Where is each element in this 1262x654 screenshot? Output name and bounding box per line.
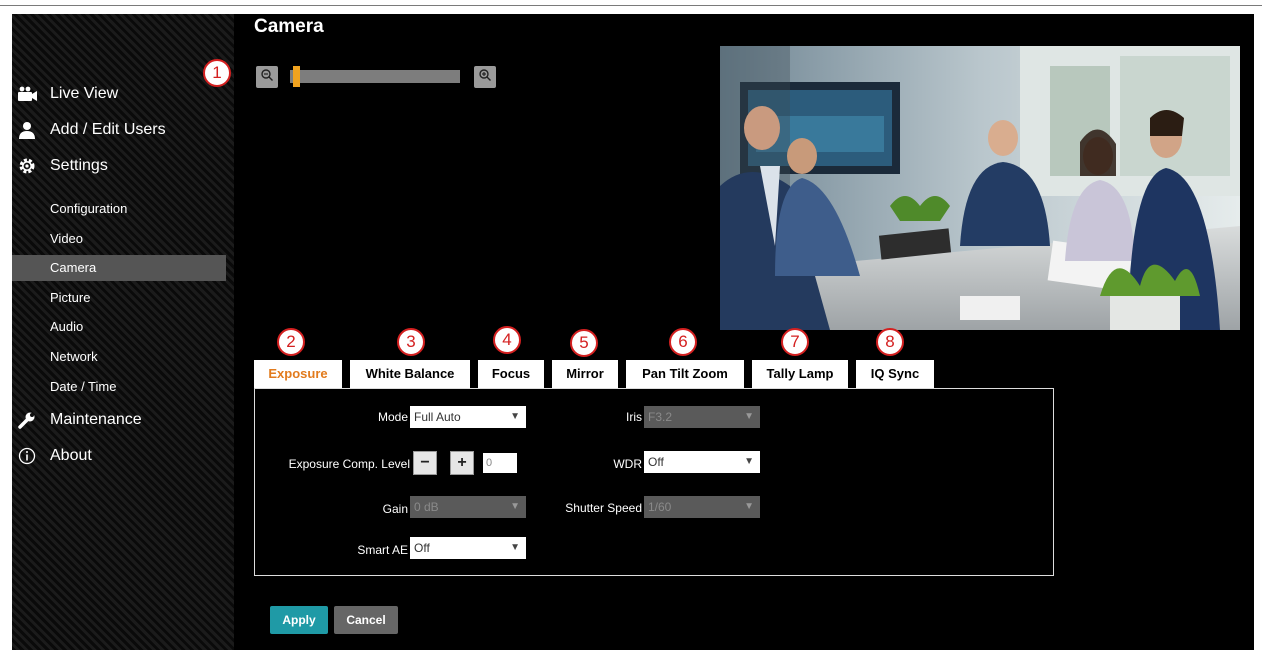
gear-icon	[16, 156, 38, 176]
app-frame: Live View Add / Edit Users Settings Conf…	[12, 14, 1254, 650]
sidebar-item-audio[interactable]: Audio	[12, 314, 226, 340]
cancel-button[interactable]: Cancel	[334, 606, 398, 634]
callout-3: 3	[397, 328, 425, 356]
smart-ae-select-value: Off	[414, 541, 430, 555]
sidebar-item-video[interactable]: Video	[12, 226, 226, 252]
apply-button[interactable]: Apply	[270, 606, 328, 634]
gain-select-value: 0 dB	[414, 500, 439, 514]
exposure-comp-input[interactable]: 0	[483, 453, 517, 473]
mode-select-value: Full Auto	[414, 410, 461, 424]
sidebar-item-live-view[interactable]: Live View	[16, 84, 118, 104]
tab-iq-sync[interactable]: IQ Sync	[856, 360, 934, 388]
shutter-speed-select-value: 1/60	[648, 500, 672, 514]
zoom-slider-track[interactable]	[290, 70, 460, 83]
exposure-comp-decrease-button[interactable]: −	[413, 451, 437, 475]
info-icon	[16, 446, 38, 466]
tab-focus[interactable]: Focus	[478, 360, 544, 388]
tab-white-balance[interactable]: White Balance	[350, 360, 470, 388]
gain-select[interactable]: 0 dB ▼	[410, 496, 526, 518]
chevron-down-icon: ▼	[744, 411, 754, 422]
mode-label: Mode	[377, 410, 408, 424]
callout-1: 1	[203, 59, 231, 87]
page-title: Camera	[254, 16, 324, 37]
user-icon	[16, 120, 38, 140]
shutter-speed-label: Shutter Speed	[565, 501, 642, 515]
sidebar-item-label: Add / Edit Users	[50, 121, 166, 138]
shutter-speed-select[interactable]: 1/60 ▼	[644, 496, 760, 518]
iris-select-value: F3.2	[648, 410, 673, 424]
sidebar-item-label: Maintenance	[50, 411, 142, 428]
smart-ae-label: Smart AE	[357, 543, 408, 557]
callout-6: 6	[669, 328, 697, 356]
sidebar-item-camera[interactable]: Camera	[12, 255, 226, 281]
gain-label: Gain	[382, 502, 408, 516]
tab-exposure[interactable]: Exposure	[254, 360, 342, 388]
callout-5: 5	[570, 329, 598, 357]
exposure-comp-label: Exposure Comp. Level	[288, 457, 410, 471]
zoom-out-icon	[260, 68, 274, 87]
camera-preview-image	[720, 46, 1240, 330]
mode-select[interactable]: Full Auto ▼	[410, 406, 526, 428]
live-view-icon	[16, 84, 38, 104]
wdr-label: WDR	[613, 457, 642, 471]
sidebar: Live View Add / Edit Users Settings Conf…	[12, 14, 234, 650]
wrench-icon	[16, 410, 38, 430]
tab-pan-tilt-zoom[interactable]: Pan Tilt Zoom	[626, 360, 744, 388]
sidebar-item-users[interactable]: Add / Edit Users	[16, 120, 166, 140]
zoom-slider-handle[interactable]	[293, 66, 300, 87]
sidebar-item-picture[interactable]: Picture	[12, 285, 226, 311]
sidebar-item-label: Settings	[50, 157, 108, 174]
callout-2: 2	[277, 328, 305, 356]
exposure-comp-increase-button[interactable]: +	[450, 451, 474, 475]
sidebar-item-about[interactable]: About	[16, 446, 92, 466]
chevron-down-icon: ▼	[744, 456, 754, 467]
zoom-out-button[interactable]	[256, 66, 278, 88]
zoom-in-icon	[478, 68, 492, 87]
chevron-down-icon: ▼	[510, 542, 520, 553]
top-divider	[0, 5, 1262, 6]
callout-8: 8	[876, 328, 904, 356]
smart-ae-select[interactable]: Off ▼	[410, 537, 526, 559]
zoom-in-button[interactable]	[474, 66, 496, 88]
callout-4: 4	[493, 326, 521, 354]
tab-tally-lamp[interactable]: Tally Lamp	[752, 360, 848, 388]
wdr-select-value: Off	[648, 455, 664, 469]
sidebar-item-date-time[interactable]: Date / Time	[12, 374, 226, 400]
callout-7: 7	[781, 328, 809, 356]
sidebar-item-label: Live View	[50, 85, 119, 102]
sidebar-item-label: About	[50, 447, 92, 464]
sidebar-item-settings[interactable]: Settings	[16, 156, 108, 176]
sidebar-item-maintenance[interactable]: Maintenance	[16, 410, 142, 430]
sidebar-item-configuration[interactable]: Configuration	[12, 196, 226, 222]
iris-label: Iris	[626, 410, 642, 424]
wdr-select[interactable]: Off ▼	[644, 451, 760, 473]
chevron-down-icon: ▼	[510, 411, 520, 422]
sidebar-item-network[interactable]: Network	[12, 344, 226, 370]
tab-mirror[interactable]: Mirror	[552, 360, 618, 388]
chevron-down-icon: ▼	[744, 501, 754, 512]
chevron-down-icon: ▼	[510, 501, 520, 512]
iris-select[interactable]: F3.2 ▼	[644, 406, 760, 428]
